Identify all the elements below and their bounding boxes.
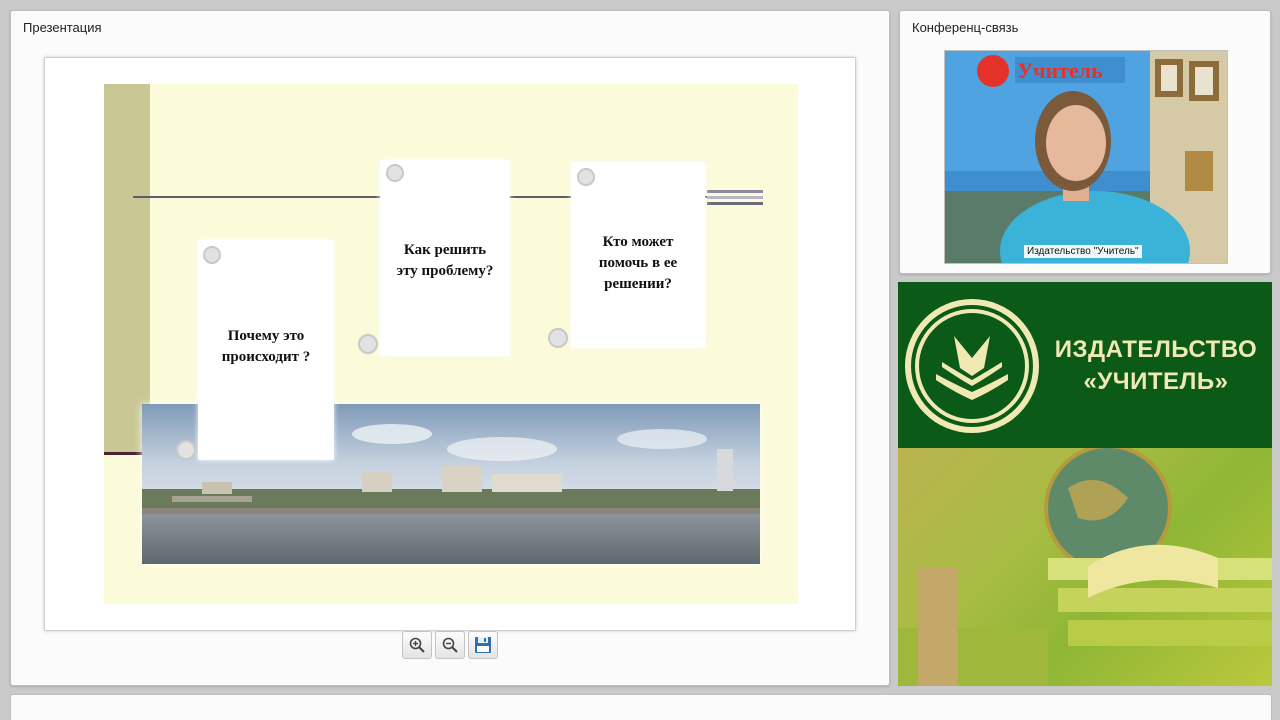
- slide-card-why-happens: Почему это происходит ?: [198, 240, 334, 460]
- pin-icon: [358, 334, 378, 354]
- video-banner-text: Учитель: [1017, 58, 1103, 83]
- banner-title-line2: «УЧИТЕЛЬ»: [1083, 368, 1229, 395]
- slide-accent-line: [104, 452, 144, 455]
- publisher-banner: ИЗДАТЕЛЬСТВО «УЧИТЕЛЬ»: [898, 282, 1272, 686]
- card-text: Как решить эту проблему?: [396, 242, 494, 279]
- slide-side-bar: [104, 84, 150, 454]
- pin-icon: [386, 164, 404, 182]
- slide-card-who-can-help: Кто может помочь в ее решении?: [571, 162, 705, 348]
- zoom-out-icon: [442, 637, 458, 653]
- save-button[interactable]: [468, 631, 498, 659]
- bottom-panel: [10, 694, 1272, 720]
- presentation-panel: Презентация Как решить эту проблему? Кто…: [10, 10, 890, 686]
- pin-icon: [203, 246, 221, 264]
- conference-panel: Конференц-связь Учитель Издательство "Уч…: [899, 10, 1271, 274]
- card-text: Кто может помочь в ее решении?: [598, 234, 678, 292]
- webcam-video[interactable]: Учитель Издательство "Учитель": [944, 50, 1228, 264]
- pin-icon: [577, 168, 595, 186]
- presentation-panel-title: Презентация: [23, 20, 102, 35]
- zoom-out-button[interactable]: [435, 631, 465, 659]
- slide-viewer[interactable]: Как решить эту проблему? Кто может помоч…: [44, 57, 856, 631]
- publisher-logo-icon: [905, 299, 1039, 433]
- video-caption: Издательство "Учитель": [1024, 245, 1142, 258]
- slide-card-how-to-solve: Как решить эту проблему?: [380, 160, 510, 356]
- pin-icon: [548, 328, 568, 348]
- books-globe-image: [898, 444, 1272, 686]
- card-text: Почему это происходит ?: [221, 328, 311, 365]
- banner-header: ИЗДАТЕЛЬСТВО «УЧИТЕЛЬ»: [898, 282, 1272, 448]
- floppy-disk-icon: [475, 637, 491, 653]
- zoom-in-icon: [409, 637, 425, 653]
- zoom-in-button[interactable]: [402, 631, 432, 659]
- pin-icon: [176, 440, 196, 460]
- banner-title-line1: ИЗДАТЕЛЬСТВО: [1054, 336, 1258, 363]
- conference-panel-title: Конференц-связь: [912, 20, 1019, 35]
- slide-stripes-decoration: [707, 190, 763, 206]
